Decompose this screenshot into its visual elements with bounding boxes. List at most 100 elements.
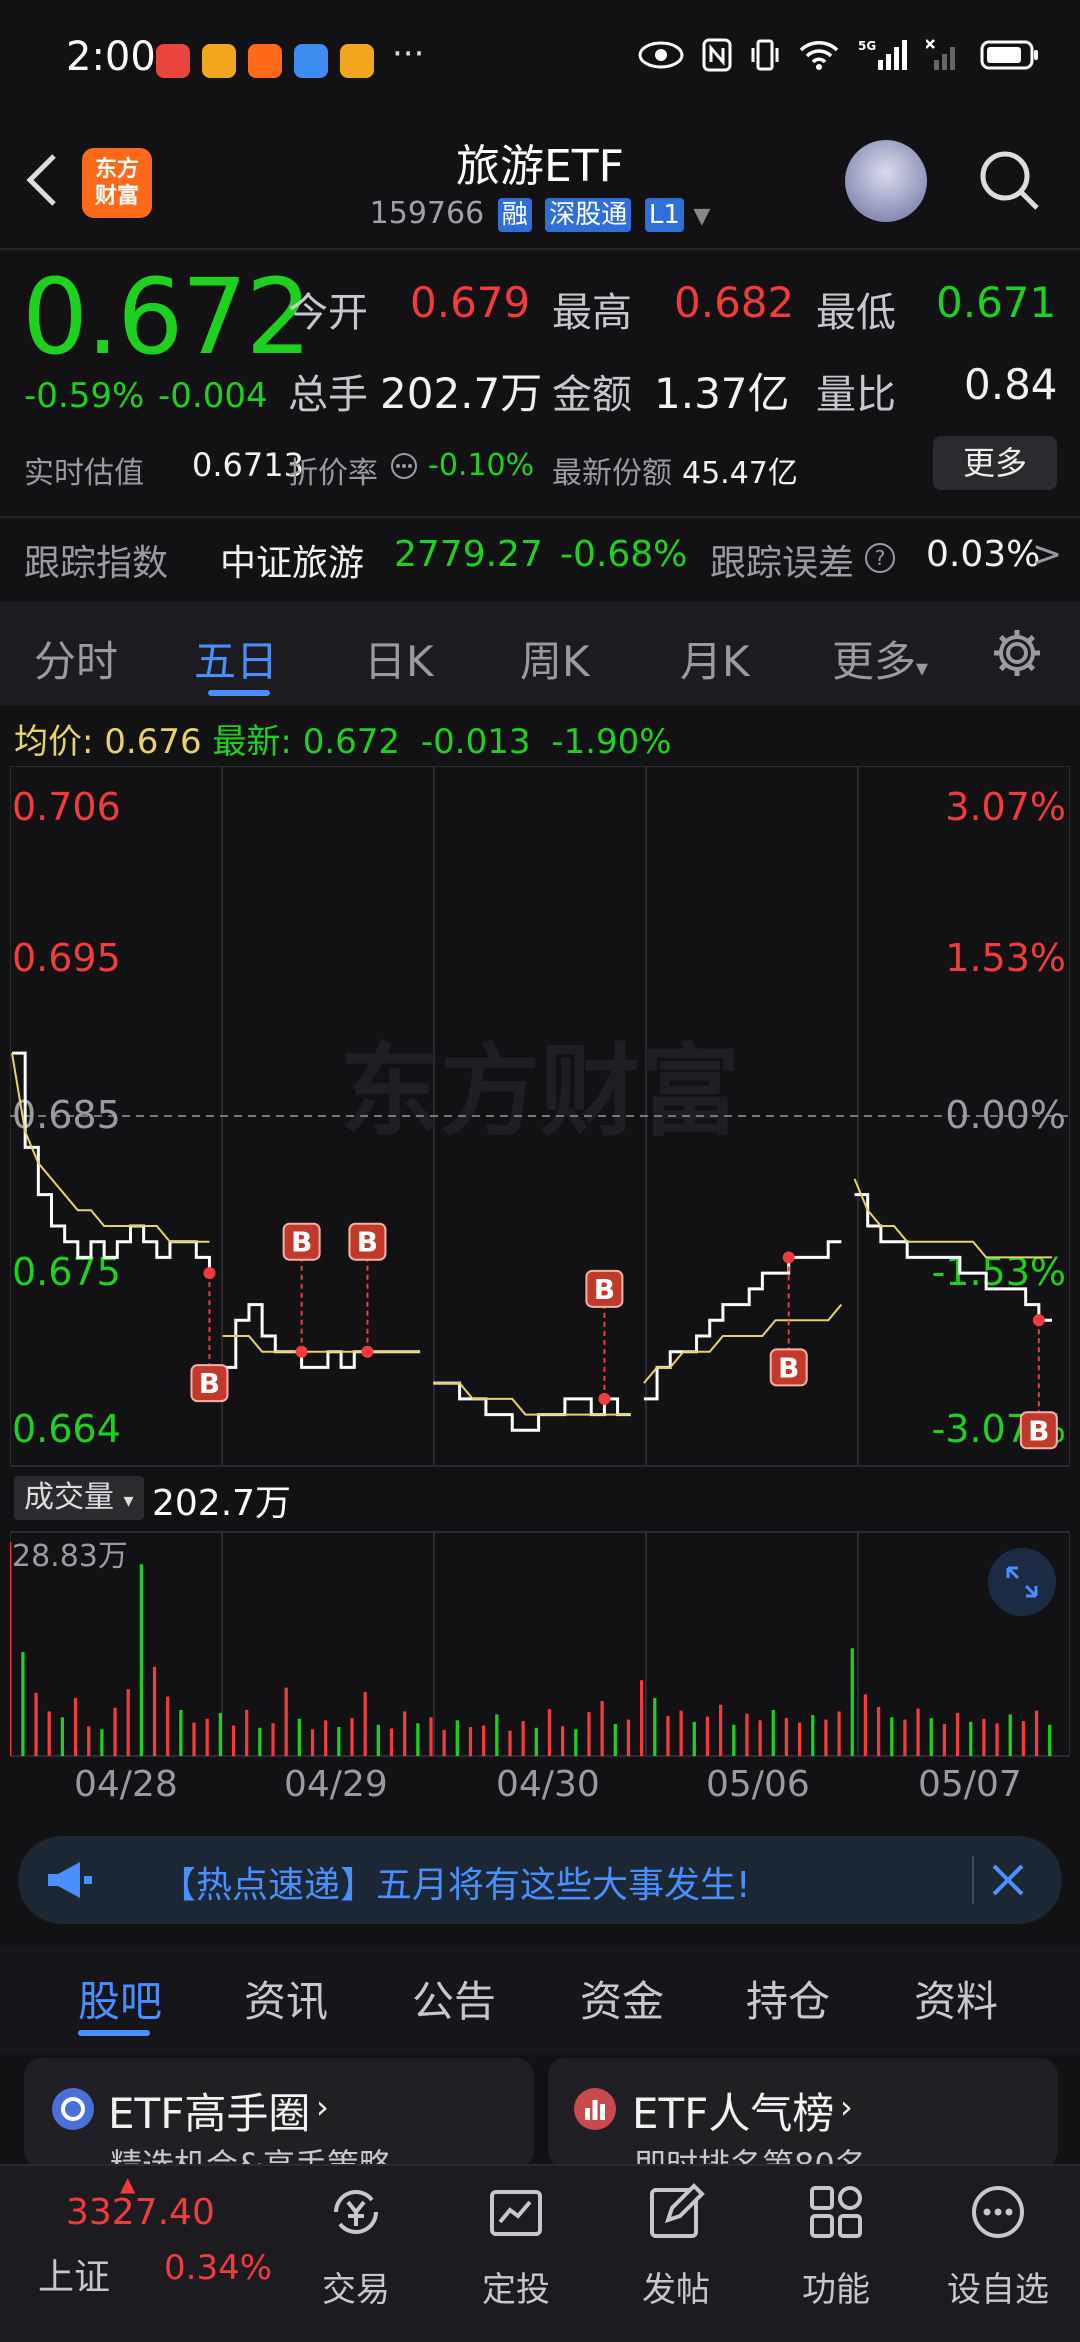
chevron-right-icon[interactable]: > [1032,534,1062,575]
volume-bar [1008,1714,1012,1756]
change-amount: -0.004 [158,376,268,416]
volume-bar [705,1716,710,1756]
y-tick-right: 0.00% [945,1093,1066,1137]
open-value: 0.679 [410,278,531,327]
volume-max-label: 28.83万 [12,1539,128,1574]
amount-label: 金额 [552,372,632,418]
notification-app-icon [248,44,282,78]
volume-bar [192,1722,196,1756]
network-type-label: 5G [858,39,876,53]
ranking-icon [574,2088,616,2130]
functions-grid-icon[interactable] [804,2180,868,2244]
volume-bar [824,1719,828,1756]
info-dots-icon[interactable] [390,452,418,480]
trade-icon[interactable] [324,2180,388,2244]
price-line [433,1381,631,1432]
volume-bar [903,1719,907,1756]
watchlist-more-icon[interactable] [966,2180,1030,2244]
volume-bar [771,1709,775,1756]
signal-5g-icon: 5G [858,39,907,70]
volume-value: 202.7万 [380,369,543,418]
tab-more-label: 更多 [832,637,917,686]
price-line [222,1303,421,1369]
volume-bar [47,1711,51,1756]
buy-marker-label: B [291,1226,312,1259]
nav-fixed-investment[interactable]: 定投 [456,2262,576,2311]
y-tick-left: 0.685 [12,1093,121,1137]
news-banner-text[interactable]: 【热点速递】五月将有这些大事发生! [160,1856,750,1908]
buy-marker-label: B [778,1351,799,1384]
five-day-chart[interactable]: 东方财富0.706 3.07%0.695 1.53%0.685 0.00%0.675-… [10,766,1070,1786]
volume-bar [666,1715,670,1756]
help-icon[interactable]: ? [864,542,896,574]
volume-bar [547,1709,552,1756]
eye-icon [638,41,684,69]
volume-bar [521,1721,525,1756]
tab-intraday[interactable]: 分时 [34,628,118,689]
more-button[interactable]: 更多 [933,436,1057,490]
close-icon[interactable] [990,1862,1026,1898]
volume-indicator-select[interactable]: 成交量 ▾ [14,1476,144,1520]
tag-margin: 融 [497,198,532,232]
volume-bar [534,1727,538,1756]
index-name[interactable]: 上证 [38,2248,110,2300]
index-value[interactable]: 3327.40 [66,2192,215,2233]
weibo-icon [340,44,374,78]
wifi-icon [799,41,839,70]
stock-code: 159766 [369,196,485,231]
tab-news[interactable]: 资讯 [244,1968,328,2029]
latest-change-pct: -1.90% [551,722,672,762]
nav-add-watchlist[interactable]: 设自选 [938,2262,1058,2311]
volume-bar [916,1708,920,1756]
iopv-label: 实时估值 [24,456,144,491]
signal-no-sim-icon [926,39,955,70]
tab-announcements[interactable]: 公告 [412,1968,496,2029]
volume-bar [455,1720,459,1756]
tab-more[interactable]: 更多▾ [832,628,928,689]
shares-label: 最新份额 [552,456,672,491]
tab-profile[interactable]: 资料 [914,1968,998,2029]
volume-bar [482,1725,486,1756]
tab-five-day[interactable]: 五日 [194,628,278,689]
tab-capital[interactable]: 资金 [580,1968,664,2029]
y-tick-left: 0.664 [12,1407,121,1451]
tag-level: L1 [644,198,684,232]
tab-daily-k[interactable]: 日K [364,628,434,689]
volume-bar [21,1651,25,1756]
tracking-index-name[interactable]: 中证旅游 [220,534,364,586]
high-value: 0.682 [674,278,795,327]
volume-bar [1048,1724,1052,1756]
marker-dot [295,1345,308,1358]
fixed-investment-icon[interactable] [484,2180,548,2244]
nav-post[interactable]: 发帖 [616,2262,736,2311]
tracking-index-change: -0.68% [560,534,688,575]
volume-bar [245,1709,249,1756]
tag-connect: 深股通 [545,198,632,232]
average-line [222,1335,421,1353]
volume-bar [758,1720,762,1756]
nav-trade[interactable]: 交易 [296,2262,416,2311]
volume-bar [1034,1710,1039,1756]
volume-bar [179,1709,183,1756]
volume-bar [403,1711,407,1756]
active-tab-indicator [78,2030,150,2036]
y-tick-right: 3.07% [945,785,1066,829]
tab-forum[interactable]: 股吧 [78,1968,162,2029]
tab-holdings[interactable]: 持仓 [746,1968,830,2029]
nav-functions[interactable]: 功能 [776,2262,896,2311]
volume-bar [152,1666,157,1756]
volume-bar [34,1692,38,1756]
volume-bar [324,1720,328,1756]
volume-bar [113,1707,117,1756]
post-icon[interactable] [644,2180,708,2244]
volume-bar [205,1718,209,1756]
volume-bar [876,1706,881,1756]
gear-icon[interactable] [990,626,1044,680]
date-label: 04/28 [74,1764,178,1805]
search-icon[interactable] [975,146,1043,214]
robot-assistant-avatar[interactable] [845,140,927,222]
discount-label: 折价率 [288,456,378,491]
tab-monthly-k[interactable]: 月K [680,628,750,689]
tab-weekly-k[interactable]: 周K [520,628,590,689]
high-label: 最高 [552,290,632,336]
